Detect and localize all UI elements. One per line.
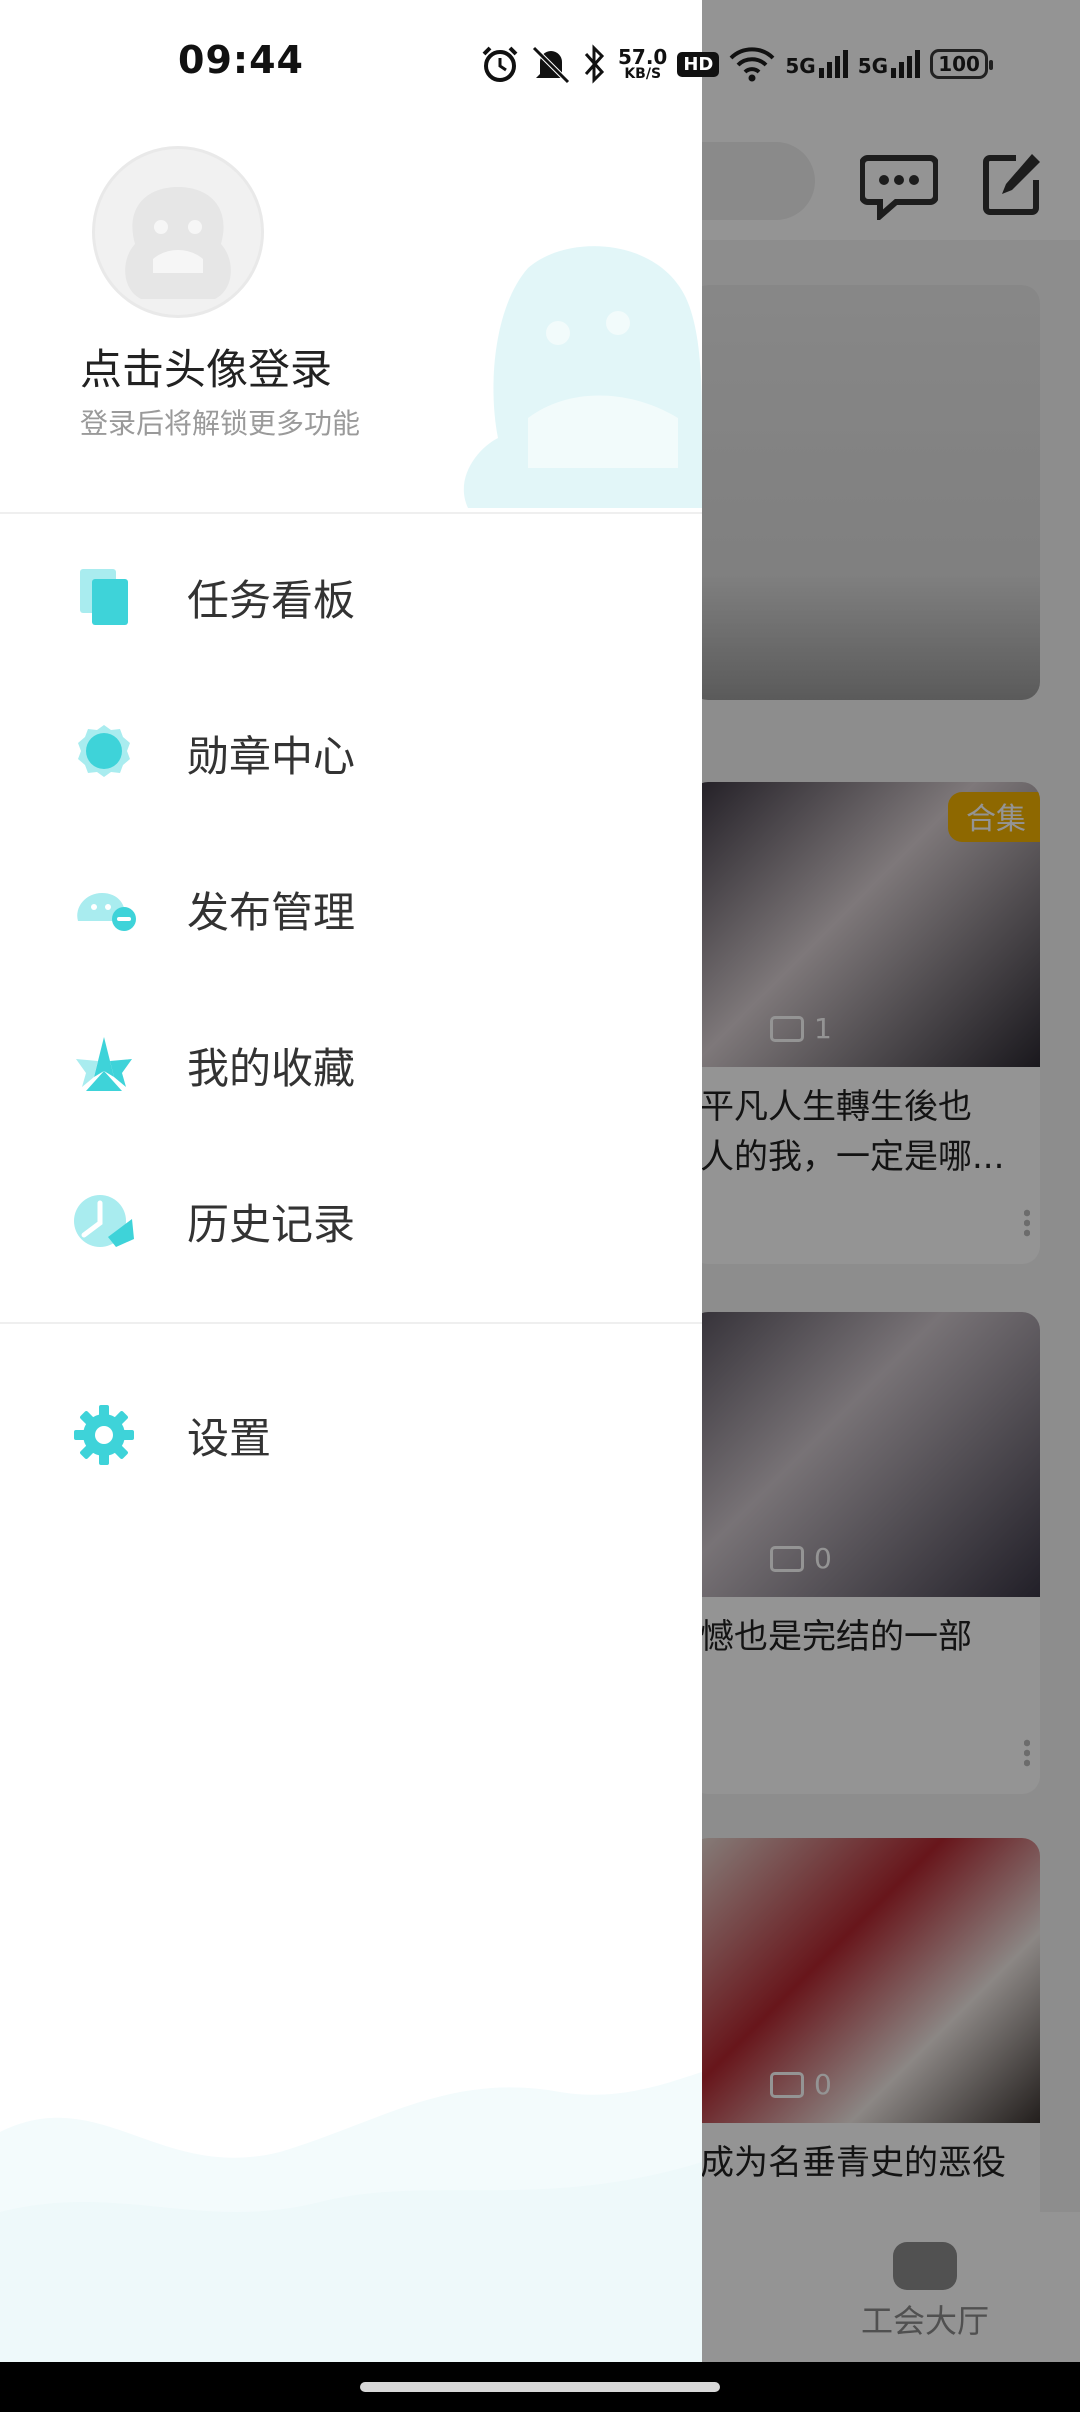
default-avatar-mascot-icon <box>125 187 231 299</box>
status-time: 09:44 <box>178 38 304 82</box>
menu-item-label: 历史记录 <box>187 1199 356 1249</box>
history-clock-icon <box>74 1195 134 1247</box>
login-prompt-subtitle: 登录后将解锁更多功能 <box>80 407 361 440</box>
status-bar: 09:44 57.0 KB/S HD 5G 5G 100 <box>0 0 1080 120</box>
status-icons: 57.0 KB/S HD 5G 5G 100 <box>480 36 994 92</box>
menu-item-label: 勋章中心 <box>187 731 356 781</box>
battery-icon: 100 <box>930 49 994 79</box>
network-speed: 57.0 KB/S <box>618 45 668 82</box>
menu-item-label: 设置 <box>187 1413 272 1463</box>
silent-bell-icon <box>532 46 570 84</box>
menu-item-favorites[interactable]: 我的收藏 <box>0 1000 702 1130</box>
menu-item-publish-management[interactable]: 发布管理 <box>0 844 702 974</box>
gesture-navigation-bar <box>0 2362 1080 2412</box>
alarm-clock-icon <box>482 46 518 82</box>
bottom-wave-decoration <box>0 2072 702 2362</box>
menu-item-label: 我的收藏 <box>187 1043 356 1093</box>
login-prompt-title[interactable]: 点击头像登录 <box>80 336 332 397</box>
home-indicator[interactable] <box>360 2382 720 2392</box>
menu-item-label: 发布管理 <box>187 887 356 937</box>
menu-item-task-board[interactable]: 任务看板 <box>0 532 702 662</box>
menu-item-label: 任务看板 <box>187 575 356 625</box>
hd-voice-icon: HD <box>677 51 720 77</box>
mascot-decoration-icon <box>463 246 702 508</box>
gear-icon <box>74 1405 134 1465</box>
favorite-star-icon <box>76 1037 132 1091</box>
profile-section: 点击头像登录 登录后将解锁更多功能 <box>0 120 702 512</box>
cellular-signal-icon: 5G <box>858 50 921 78</box>
divider <box>0 512 702 514</box>
medal-icon <box>78 725 130 777</box>
menu-item-history[interactable]: 历史记录 <box>0 1156 702 1286</box>
menu-item-medal-center[interactable]: 勋章中心 <box>0 688 702 818</box>
wifi-icon <box>729 47 775 82</box>
menu-item-settings[interactable]: 设置 <box>0 1370 702 1500</box>
publish-icon <box>77 893 136 931</box>
avatar[interactable] <box>92 146 264 318</box>
navigation-drawer: 点击头像登录 登录后将解锁更多功能 任务看板 勋章中心 发布管理 我的收藏 历史… <box>0 0 702 2362</box>
bluetooth-icon <box>584 44 605 84</box>
divider <box>0 1322 702 1324</box>
cellular-signal-icon: 5G <box>785 50 848 78</box>
task-board-icon <box>80 569 128 625</box>
